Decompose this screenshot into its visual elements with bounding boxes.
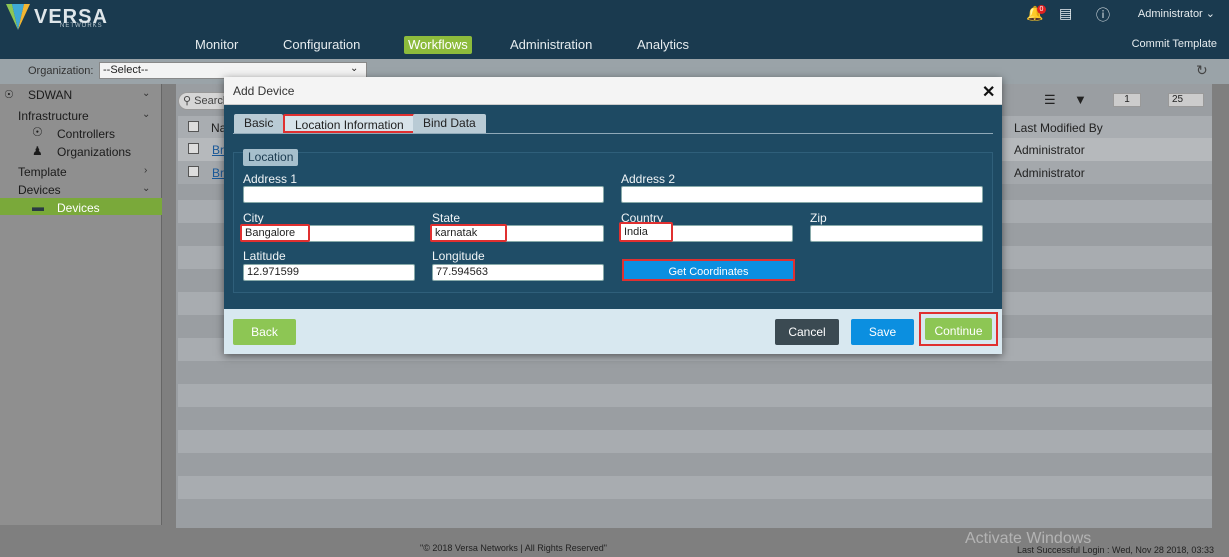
- nav-workflows[interactable]: Workflows: [404, 36, 472, 54]
- logo-subtext: NETWORKS: [60, 23, 103, 29]
- page-size-select[interactable]: 25: [1168, 93, 1204, 107]
- address1-label: Address 1: [243, 172, 298, 186]
- address2-input[interactable]: [621, 186, 983, 203]
- city-label: City: [243, 211, 264, 225]
- state-label: State: [432, 211, 461, 225]
- row-checkbox[interactable]: [188, 143, 199, 154]
- latitude-label: Latitude: [243, 249, 286, 263]
- controllers-icon: ☉: [32, 125, 43, 139]
- filter-icon[interactable]: ▼: [1074, 92, 1087, 107]
- user-name: Administrator: [1137, 8, 1203, 20]
- back-button[interactable]: Back: [233, 319, 296, 345]
- get-coordinates-button[interactable]: Get Coordinates: [622, 259, 795, 281]
- row-last-modified: Administrator: [1014, 166, 1085, 180]
- select-all-checkbox[interactable]: [188, 121, 199, 132]
- versa-logo-icon: [6, 4, 30, 30]
- sidebar-item-sdwan[interactable]: SDWAN: [28, 88, 72, 102]
- columns-icon[interactable]: ☰: [1044, 92, 1056, 108]
- chevron-down-icon: ⌄: [1205, 8, 1215, 20]
- refresh-icon[interactable]: ↻: [1196, 62, 1208, 79]
- tab-location-information[interactable]: Location Information: [283, 114, 416, 133]
- cancel-button[interactable]: Cancel: [775, 319, 839, 345]
- dialog-title: Add Device: [233, 84, 295, 98]
- country-value-highlight[interactable]: India: [619, 222, 673, 242]
- empty-row: [178, 384, 1212, 407]
- location-section-label: Location: [243, 149, 299, 166]
- state-value-highlight[interactable]: karnatak: [430, 224, 507, 242]
- row-last-modified: Administrator: [1014, 143, 1085, 157]
- sidebar-item-devices[interactable]: Devices: [57, 201, 100, 215]
- address2-label: Address 2: [621, 172, 676, 186]
- save-button[interactable]: Save: [851, 319, 914, 345]
- row-name-link[interactable]: Br: [212, 166, 224, 180]
- sidebar-item-devices-group[interactable]: Devices: [18, 183, 61, 197]
- zip-input[interactable]: [810, 225, 983, 242]
- sidebar-item-infrastructure[interactable]: Infrastructure: [18, 109, 89, 123]
- longitude-input[interactable]: 77.594563: [432, 264, 604, 281]
- user-menu[interactable]: Administrator ⌄: [1138, 7, 1215, 20]
- organization-label: Organization:: [28, 65, 94, 77]
- notification-badge: 0: [1037, 5, 1046, 14]
- empty-row: [178, 476, 1212, 499]
- nav-monitor[interactable]: Monitor: [195, 36, 238, 54]
- sidebar-item-organizations[interactable]: Organizations: [57, 145, 131, 159]
- longitude-label: Longitude: [432, 249, 485, 263]
- close-icon[interactable]: ✕: [982, 82, 995, 102]
- devices-icon: ▬: [32, 200, 44, 214]
- chevron-down-icon[interactable]: ⌄: [142, 183, 150, 194]
- commit-template-link[interactable]: Commit Template: [1132, 38, 1217, 50]
- organizations-icon: ♟: [32, 144, 43, 158]
- continue-button-highlight: Continue: [919, 312, 998, 346]
- latitude-input[interactable]: 12.971599: [243, 264, 415, 281]
- tab-basic[interactable]: Basic: [234, 114, 284, 133]
- nav-configuration[interactable]: Configuration: [283, 36, 360, 54]
- address1-input[interactable]: [243, 186, 604, 203]
- chevron-down-icon[interactable]: ⌄: [142, 109, 150, 120]
- search-icon: ⚲: [183, 95, 192, 107]
- row-checkbox[interactable]: [188, 166, 199, 177]
- city-value-highlight[interactable]: Bangalore: [240, 224, 310, 242]
- nav-analytics[interactable]: Analytics: [637, 36, 689, 54]
- document-icon[interactable]: ▤: [1059, 5, 1072, 22]
- chevron-down-icon[interactable]: ⌄: [142, 88, 150, 99]
- tab-divider: [233, 133, 993, 134]
- zip-label: Zip: [810, 211, 827, 225]
- sidebar-item-controllers[interactable]: Controllers: [57, 127, 115, 141]
- chevron-down-icon: ⌄: [350, 63, 359, 74]
- dialog-header: [224, 77, 1002, 105]
- empty-row: [178, 430, 1212, 453]
- column-header-last-modified[interactable]: Last Modified By: [1014, 121, 1103, 135]
- continue-button[interactable]: Continue: [925, 318, 992, 340]
- info-icon[interactable]: ⓘ: [1096, 5, 1110, 25]
- nav-administration[interactable]: Administration: [510, 36, 592, 54]
- sidebar-item-template[interactable]: Template: [18, 165, 67, 179]
- chevron-right-icon[interactable]: ›: [144, 165, 147, 176]
- copyright-text: "© 2018 Versa Networks | All Rights Rese…: [420, 543, 607, 553]
- page-number-input[interactable]: 1: [1113, 93, 1141, 107]
- network-icon: ☉: [4, 89, 14, 101]
- row-name-link[interactable]: Br: [212, 143, 224, 157]
- tab-bind-data[interactable]: Bind Data: [413, 114, 486, 133]
- last-login-text: Last Successful Login : Wed, Nov 28 2018…: [1017, 545, 1214, 555]
